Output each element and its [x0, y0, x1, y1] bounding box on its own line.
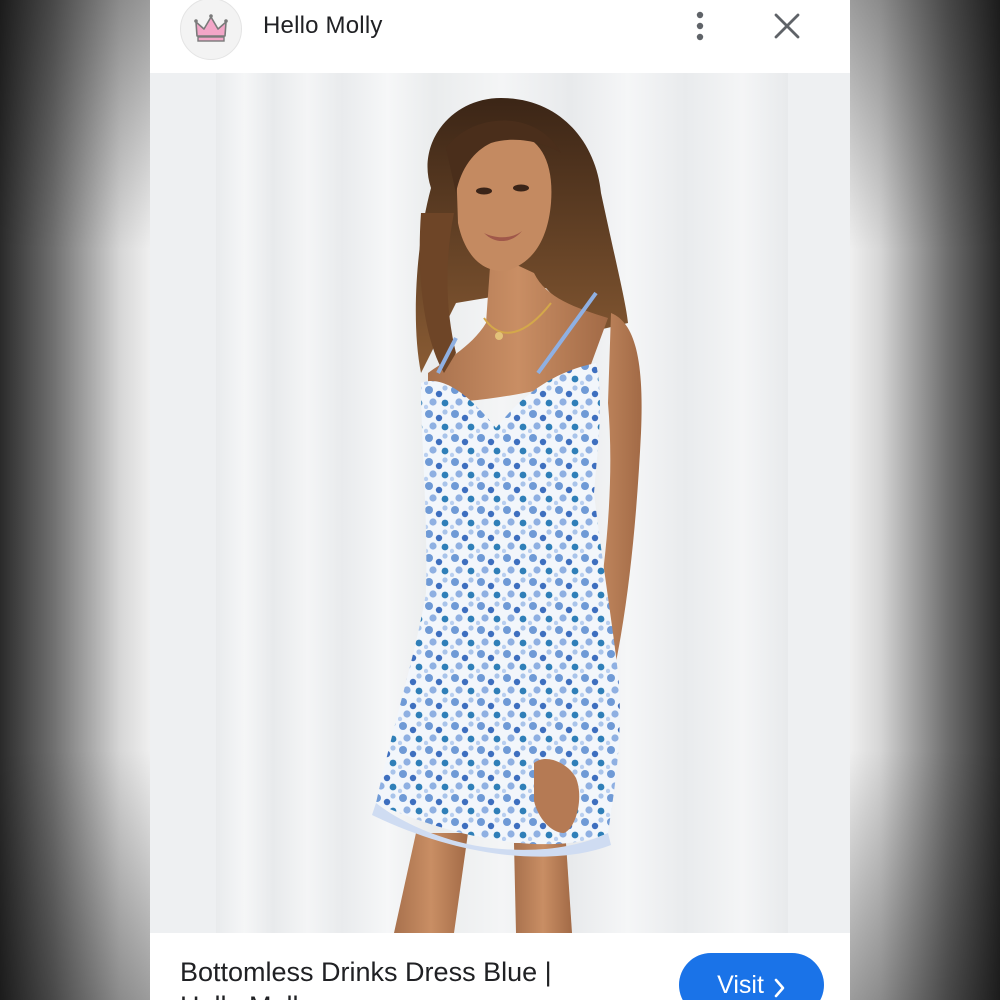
chevron-right-icon — [774, 978, 785, 998]
preview-footer: Bottomless Drinks Dress Blue | Hello Mol… — [150, 933, 850, 1000]
more-vert-icon — [696, 11, 704, 41]
product-photo-illustration — [216, 73, 788, 933]
preview-header: Hello Molly — [150, 0, 850, 72]
product-title[interactable]: Bottomless Drinks Dress Blue | Hello Mol… — [180, 955, 620, 1000]
more-options-button[interactable] — [686, 8, 714, 44]
visit-button-label: Visit — [717, 971, 764, 999]
close-icon — [774, 13, 800, 39]
visit-button[interactable]: Visit — [679, 953, 824, 1000]
crown-icon — [194, 14, 228, 42]
image-preview-card: Hello Molly Bottomless Drinks Dress Blue… — [150, 0, 850, 1000]
left-blurred-backdrop — [0, 0, 150, 1000]
image-area — [150, 73, 850, 933]
site-logo[interactable] — [180, 0, 242, 60]
site-name[interactable]: Hello Molly — [263, 12, 383, 40]
product-image[interactable] — [216, 73, 788, 933]
close-button[interactable] — [770, 9, 804, 43]
right-blurred-backdrop — [850, 0, 1000, 1000]
